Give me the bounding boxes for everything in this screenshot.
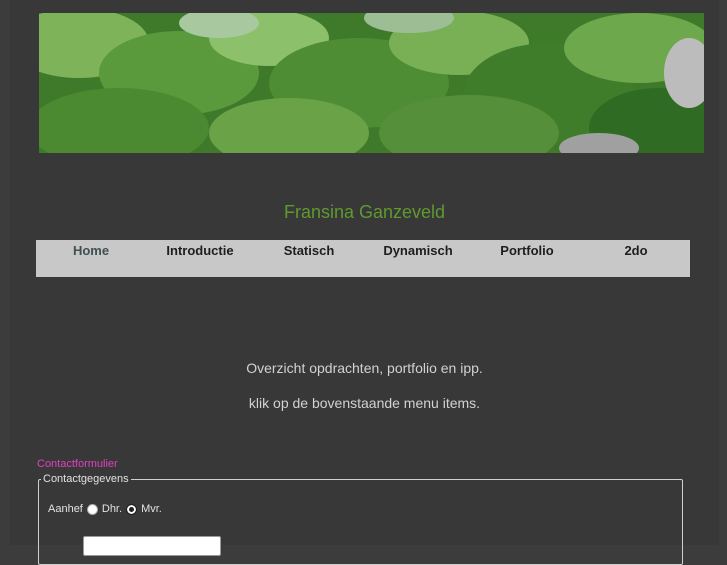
header-banner-image bbox=[39, 13, 704, 153]
name-input[interactable] bbox=[83, 536, 221, 556]
radio-dhr[interactable] bbox=[86, 503, 98, 515]
lotus-leaves-illustration bbox=[39, 13, 704, 153]
site-title: Fransina Ganzeveld bbox=[283, 202, 446, 222]
nav-item-dynamisch[interactable]: Dynamisch bbox=[363, 243, 473, 258]
radio-mvr[interactable] bbox=[126, 503, 138, 515]
nav-item-introductie[interactable]: Introductie bbox=[145, 243, 255, 258]
radio-dhr-label: Dhr. bbox=[101, 503, 123, 515]
contact-form-link[interactable]: Contactformulier bbox=[37, 458, 118, 470]
aanhef-label: Aanhef bbox=[48, 503, 83, 515]
nav-item-home[interactable]: Home bbox=[36, 243, 146, 258]
radio-mvr-label: Mvr. bbox=[141, 503, 162, 515]
contact-legend: Contactgegevens bbox=[43, 473, 129, 485]
intro-text-instruction: klik op de bovenstaande menu items. bbox=[248, 395, 481, 411]
nav-item-2do[interactable]: 2do bbox=[581, 243, 691, 258]
aanhef-row: Aanhef Dhr. Mvr. bbox=[48, 503, 162, 515]
page-container: Fransina Ganzeveld Home Introductie Stat… bbox=[10, 0, 719, 565]
nav-item-portfolio[interactable]: Portfolio bbox=[472, 243, 582, 258]
intro-text-overview: Overzicht opdrachten, portfolio en ipp. bbox=[246, 360, 483, 376]
contact-fieldset: Contactgegevens Aanhef Dhr. Mvr. bbox=[38, 473, 683, 565]
nav-item-statisch[interactable]: Statisch bbox=[254, 243, 364, 258]
main-navigation: Home Introductie Statisch Dynamisch Port… bbox=[36, 240, 690, 277]
